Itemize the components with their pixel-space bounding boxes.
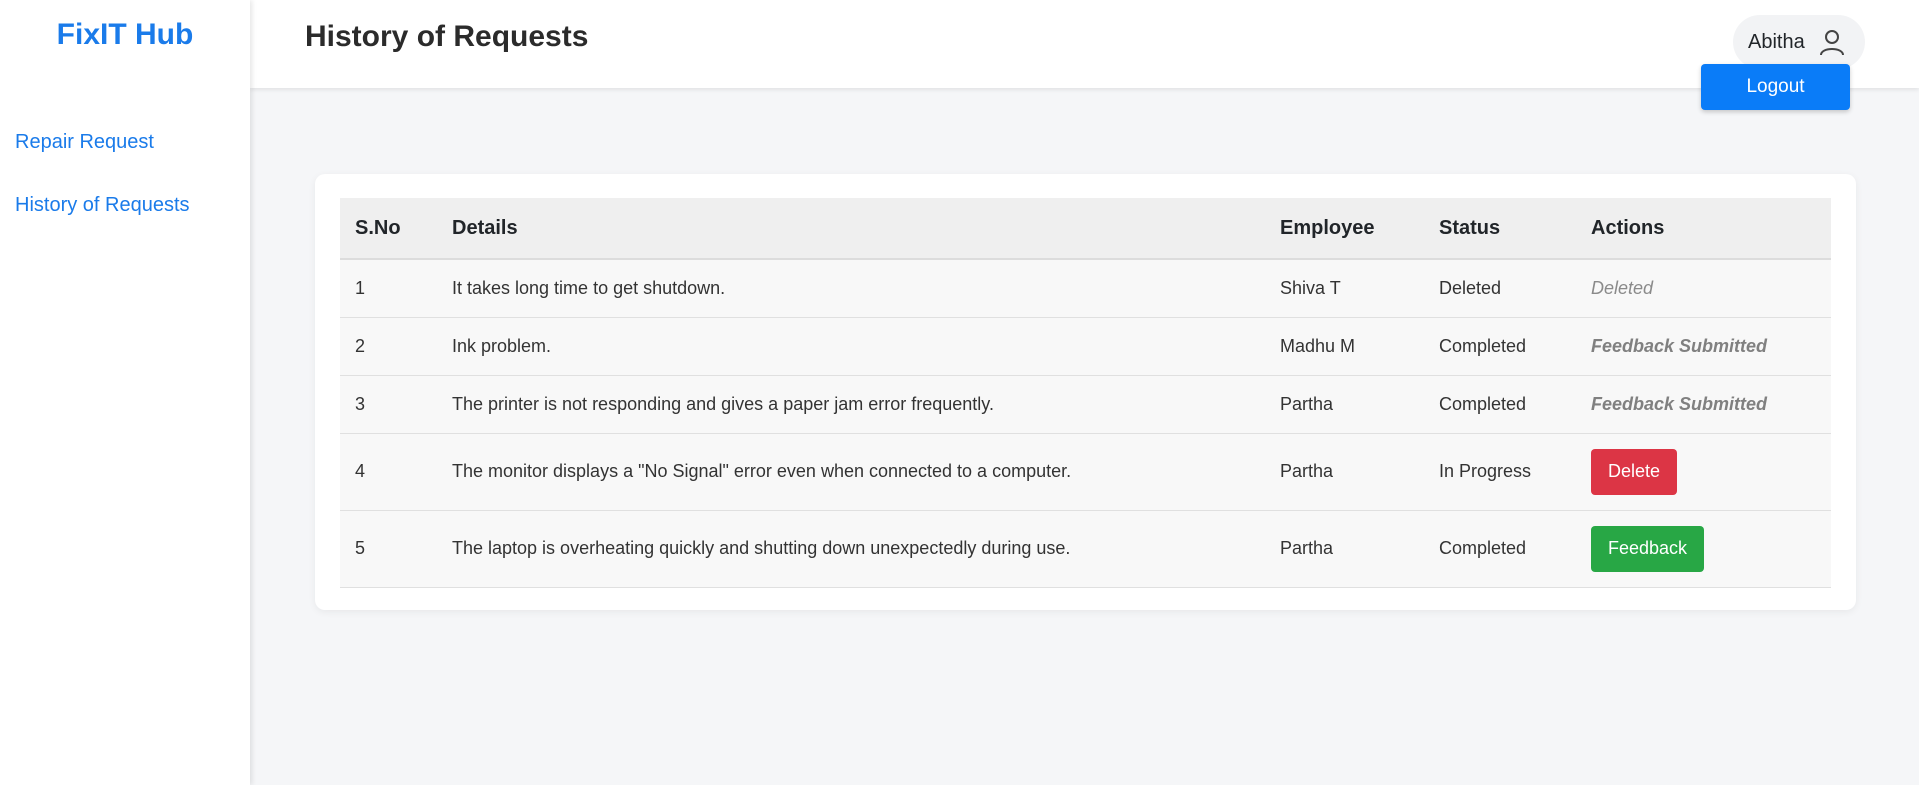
cell-details: The laptop is overheating quickly and sh… (437, 510, 1265, 588)
sidebar-item-history-of-requests[interactable]: History of Requests (15, 191, 190, 219)
cell-status: Completed (1424, 375, 1576, 434)
cell-sno: 4 (340, 433, 437, 511)
delete-button[interactable]: Delete (1591, 448, 1678, 495)
cell-employee: Partha (1265, 375, 1424, 434)
table-row: 4 The monitor displays a "No Signal" err… (340, 433, 1831, 511)
cell-action: Deleted (1576, 259, 1831, 318)
cell-action: Feedback (1576, 510, 1831, 588)
action-status-text: Feedback Submitted (1591, 393, 1768, 414)
cell-sno: 5 (340, 510, 437, 588)
cell-status: Completed (1424, 317, 1576, 376)
cell-employee: Madhu M (1265, 317, 1424, 376)
cell-action: Delete (1576, 433, 1831, 511)
cell-details: The printer is not responding and gives … (437, 375, 1265, 434)
page-title: History of Requests (305, 20, 589, 53)
table-row: 1 It takes long time to get shutdown. Sh… (340, 259, 1831, 318)
cell-details: It takes long time to get shutdown. (437, 259, 1265, 318)
cell-sno: 1 (340, 259, 437, 318)
user-name: Abitha (1748, 30, 1805, 53)
cell-status: Completed (1424, 510, 1576, 588)
cell-employee: Shiva T (1265, 259, 1424, 318)
requests-table: S.No Details Employee Status Actions 1 I… (340, 198, 1831, 588)
cell-status: In Progress (1424, 433, 1576, 511)
column-header-actions: Actions (1576, 198, 1831, 260)
feedback-button[interactable]: Feedback (1591, 525, 1705, 572)
column-header-employee: Employee (1265, 198, 1424, 260)
action-status-text: Deleted (1591, 277, 1654, 298)
brand-logo[interactable]: FixIT Hub (0, 18, 250, 52)
top-header: History of Requests Abitha (250, 0, 1919, 88)
user-menu-toggle[interactable]: Abitha (1733, 15, 1865, 69)
column-header-status: Status (1424, 198, 1576, 260)
table-row: 3 The printer is not responding and give… (340, 375, 1831, 434)
cell-employee: Partha (1265, 510, 1424, 588)
column-header-details: Details (437, 198, 1265, 260)
cell-details: The monitor displays a "No Signal" error… (437, 433, 1265, 511)
logout-button[interactable]: Logout (1701, 64, 1850, 110)
sidebar-item-repair-request[interactable]: Repair Request (15, 128, 190, 156)
column-header-sno: S.No (340, 198, 437, 260)
user-icon (1819, 28, 1845, 56)
action-status-text: Feedback Submitted (1591, 335, 1768, 356)
table-header-row: S.No Details Employee Status Actions (340, 198, 1831, 260)
cell-sno: 2 (340, 317, 437, 376)
requests-card: S.No Details Employee Status Actions 1 I… (315, 174, 1856, 610)
cell-action: Feedback Submitted (1576, 317, 1831, 376)
cell-action: Feedback Submitted (1576, 375, 1831, 434)
cell-status: Deleted (1424, 259, 1576, 318)
sidebar: FixIT Hub Repair Request History of Requ… (0, 0, 250, 785)
cell-details: Ink problem. (437, 317, 1265, 376)
sidebar-nav: Repair Request History of Requests (15, 128, 190, 254)
table-row: 2 Ink problem. Madhu M Completed Feedbac… (340, 317, 1831, 376)
table-row: 5 The laptop is overheating quickly and … (340, 510, 1831, 588)
cell-sno: 3 (340, 375, 437, 434)
cell-employee: Partha (1265, 433, 1424, 511)
